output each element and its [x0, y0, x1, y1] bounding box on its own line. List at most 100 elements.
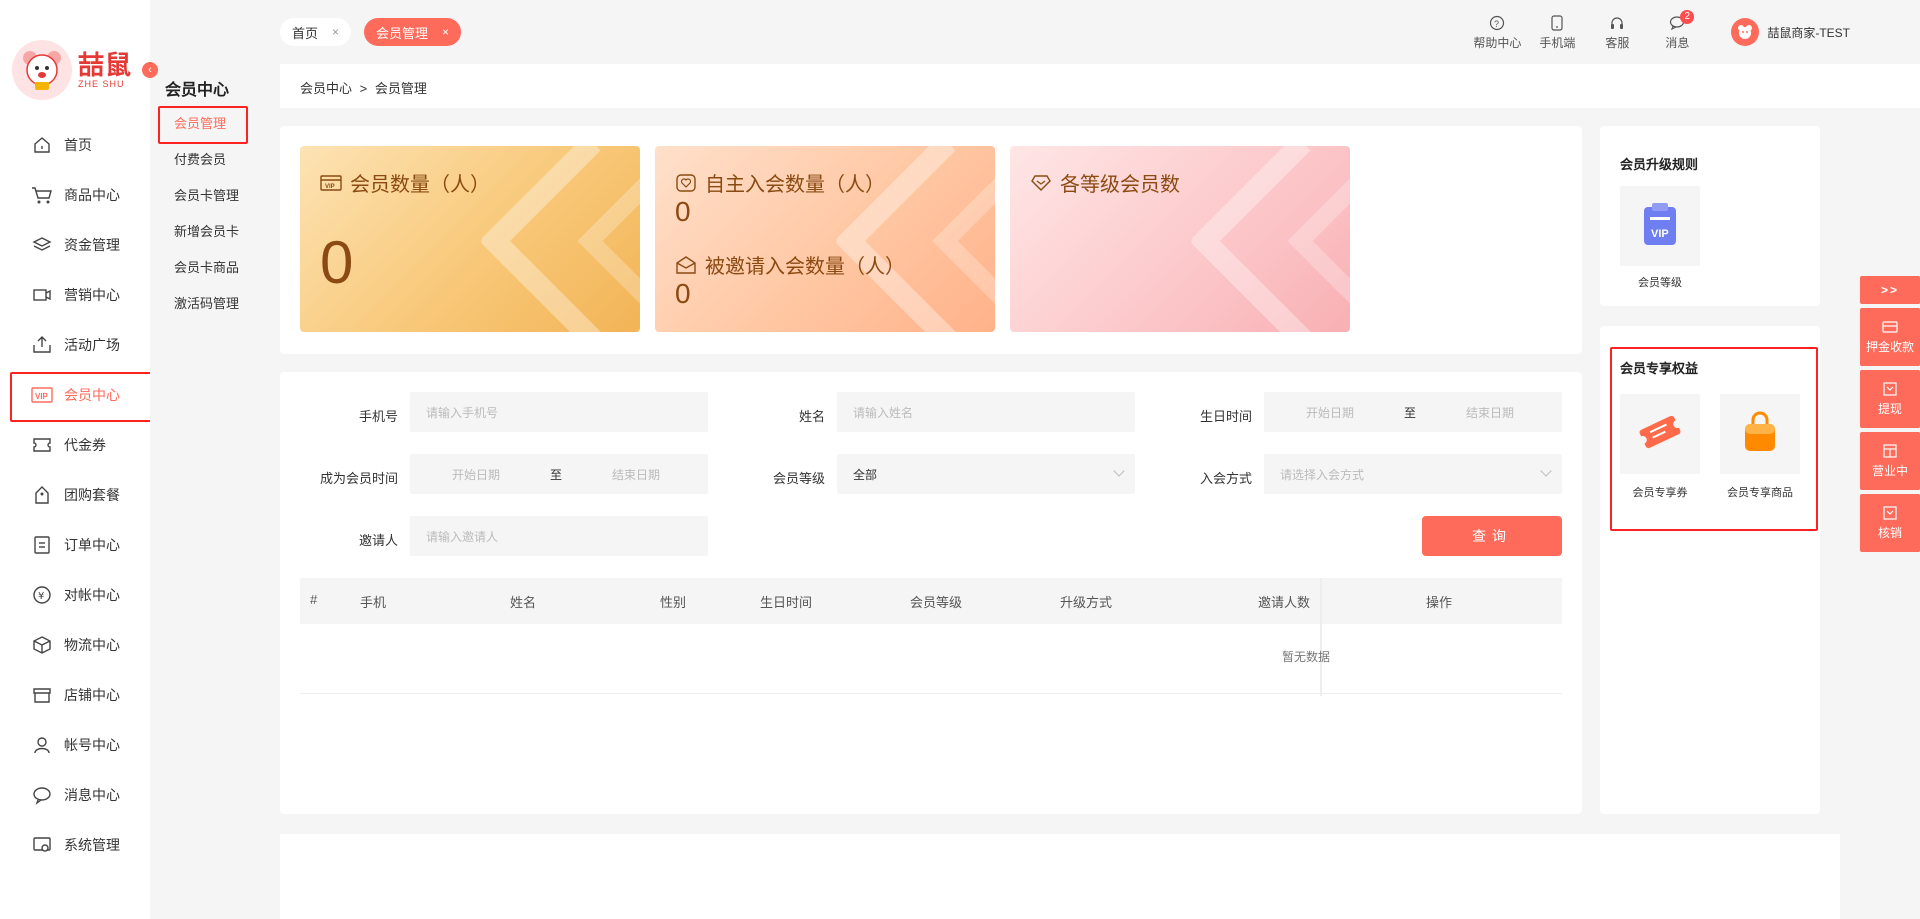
tab-home[interactable]: 首页 ×	[280, 18, 352, 46]
level-select[interactable]: 全部	[837, 454, 1135, 494]
sidebar-item-orders[interactable]: 订单中心	[0, 520, 150, 570]
headset-icon	[1608, 14, 1626, 32]
verify-button[interactable]: 核销	[1860, 494, 1920, 552]
account-icon	[30, 733, 54, 757]
chevron-down-icon	[1540, 465, 1552, 477]
expand-floater-button[interactable]: >>	[1860, 276, 1920, 304]
sidebar-item-label: 订单中心	[64, 537, 120, 553]
top-action-label: 消息	[1665, 35, 1690, 50]
sidebar-item-products[interactable]: 商品中心	[0, 170, 150, 220]
exclusive-rights-highlight	[1610, 347, 1818, 531]
business-status-button[interactable]: 营业中	[1860, 432, 1920, 490]
close-icon[interactable]: ×	[442, 25, 449, 39]
member-level-tile[interactable]: VIP	[1620, 186, 1700, 266]
sidebar-item-members[interactable]: VIP 会员中心	[0, 370, 154, 422]
sidebar-item-label: 帐号中心	[64, 737, 120, 753]
levels-label: 各等级会员数	[1060, 174, 1180, 196]
deposit-collect-button[interactable]: 押金收款	[1860, 308, 1920, 366]
sidebar-item-logistics[interactable]: 物流中心	[0, 620, 150, 670]
name-input[interactable]: 请输入姓名	[837, 392, 1135, 432]
clipboard-vip-icon: VIP	[1640, 201, 1680, 252]
avatar	[1731, 18, 1760, 46]
member-count-value: 0	[320, 229, 354, 296]
message-icon	[30, 783, 54, 807]
user-menu[interactable]: 喆鼠商家-TEST	[1731, 18, 1850, 46]
subnav-item-new-card[interactable]: 新增会员卡	[150, 214, 280, 250]
sidebar-item-label: 代金券	[64, 437, 106, 453]
birthday-range-picker[interactable]: 开始日期 至 结束日期	[1264, 392, 1562, 432]
sidebar-item-label: 团购套餐	[64, 487, 120, 503]
query-button[interactable]: 查询	[1422, 516, 1562, 556]
wallet-icon	[1882, 320, 1898, 334]
sidebar-item-label: 活动广场	[64, 337, 120, 353]
breadcrumb: 会员中心 > 会员管理	[300, 78, 427, 97]
sidebar-item-label: 系统管理	[64, 837, 120, 853]
chevron-down-icon	[1113, 465, 1125, 477]
phone-input[interactable]: 请输入手机号	[410, 392, 708, 432]
sidebar-item-funds[interactable]: 资金管理	[0, 220, 150, 270]
sub-sidebar: 会员中心 会员管理 付费会员 会员卡管理 新增会员卡 会员卡商品 激活码管理	[150, 0, 280, 919]
sidebar-item-activities[interactable]: 活动广场	[0, 320, 150, 370]
subnav-item-card-products[interactable]: 会员卡商品	[150, 250, 280, 286]
tab-member-management[interactable]: 会员管理 ×	[364, 18, 462, 46]
messages-button[interactable]: 2 消息	[1647, 9, 1707, 51]
method-select-placeholder: 请选择入会方式	[1280, 467, 1365, 482]
layers-icon	[30, 233, 54, 257]
brand-logo[interactable]: 喆鼠 ZHE SHU	[12, 40, 132, 100]
svg-text:VIP: VIP	[1651, 228, 1669, 240]
system-icon	[30, 833, 54, 857]
table-header: # 手机 姓名 性别 生日时间 会员等级 升级方式 邀请人数 操作	[300, 578, 1562, 624]
brand-name-en: ZHE SHU	[78, 79, 125, 89]
sidebar-item-coupons[interactable]: 代金券	[0, 420, 150, 470]
birthday-label: 生日时间	[1199, 409, 1252, 424]
join-time-label: 成为会员时间	[319, 471, 398, 486]
breadcrumb-parent[interactable]: 会员中心	[300, 81, 352, 96]
birthday-start[interactable]: 开始日期	[1264, 404, 1396, 421]
user-name: 喆鼠商家-TEST	[1767, 25, 1850, 40]
join-time-end[interactable]: 结束日期	[570, 466, 702, 483]
join-time-start[interactable]: 开始日期	[410, 466, 542, 483]
help-center-button[interactable]: ? 帮助中心	[1467, 14, 1527, 51]
invite-envelope-icon	[675, 254, 697, 276]
birthday-end[interactable]: 结束日期	[1424, 404, 1556, 421]
subnav-item-activation-codes[interactable]: 激活码管理	[150, 286, 280, 322]
svg-text:VIP: VIP	[35, 392, 49, 401]
withdraw-button[interactable]: 提现	[1860, 370, 1920, 428]
level-select-value: 全部	[853, 467, 878, 482]
sidebar-item-reconcile[interactable]: ¥ 对帐中心	[0, 570, 150, 620]
join-time-range-picker[interactable]: 开始日期 至 结束日期	[410, 454, 708, 494]
sidebar-item-label: 营销中心	[64, 287, 120, 303]
home-icon	[30, 133, 54, 157]
subnav-item-paid-members[interactable]: 付费会员	[150, 142, 280, 178]
sidebar-item-label: 对帐中心	[64, 587, 120, 603]
heart-badge-icon	[675, 172, 697, 194]
method-select[interactable]: 请选择入会方式	[1264, 454, 1562, 494]
sidebar-item-account[interactable]: 帐号中心	[0, 720, 150, 770]
sub-sidebar-title: 会员中心	[165, 82, 230, 99]
close-icon[interactable]: ×	[332, 25, 339, 39]
reconcile-icon: ¥	[30, 583, 54, 607]
subnav-item-card-management[interactable]: 会员卡管理	[150, 178, 280, 214]
column-header: #	[310, 592, 318, 607]
main-sidebar: 喆鼠 ZHE SHU 首页 商品中心 资金管理 营销中心 活动广场 VIP 会员…	[0, 0, 154, 919]
collapse-sidebar-button[interactable]: ‹	[142, 62, 158, 78]
subnav-item-member-management[interactable]: 会员管理	[150, 106, 280, 144]
sidebar-item-label: 会员中心	[64, 387, 120, 403]
column-header: 性别	[660, 595, 687, 610]
join-count-card: 自主入会数量（人） 0 被邀请入会数量（人） 0	[655, 146, 995, 332]
sidebar-item-home[interactable]: 首页	[0, 120, 150, 170]
floater-label: 核销	[1877, 525, 1902, 540]
customer-service-button[interactable]: 客服	[1587, 14, 1647, 51]
sidebar-item-messages[interactable]: 消息中心	[0, 770, 150, 820]
sidebar-item-store[interactable]: 店铺中心	[0, 670, 150, 720]
sidebar-item-system[interactable]: 系统管理	[0, 820, 150, 870]
sidebar-item-marketing[interactable]: 营销中心	[0, 270, 150, 320]
svg-text:¥: ¥	[38, 591, 44, 602]
top-action-label: 帮助中心	[1473, 35, 1522, 50]
sidebar-item-group-buy[interactable]: 团购套餐	[0, 470, 150, 520]
column-header: 生日时间	[760, 595, 813, 610]
brand-name: 喆鼠	[78, 50, 133, 80]
inviter-input[interactable]: 请输入邀请人	[410, 516, 708, 556]
column-header: 姓名	[510, 595, 537, 610]
mobile-button[interactable]: 手机端	[1527, 14, 1587, 51]
